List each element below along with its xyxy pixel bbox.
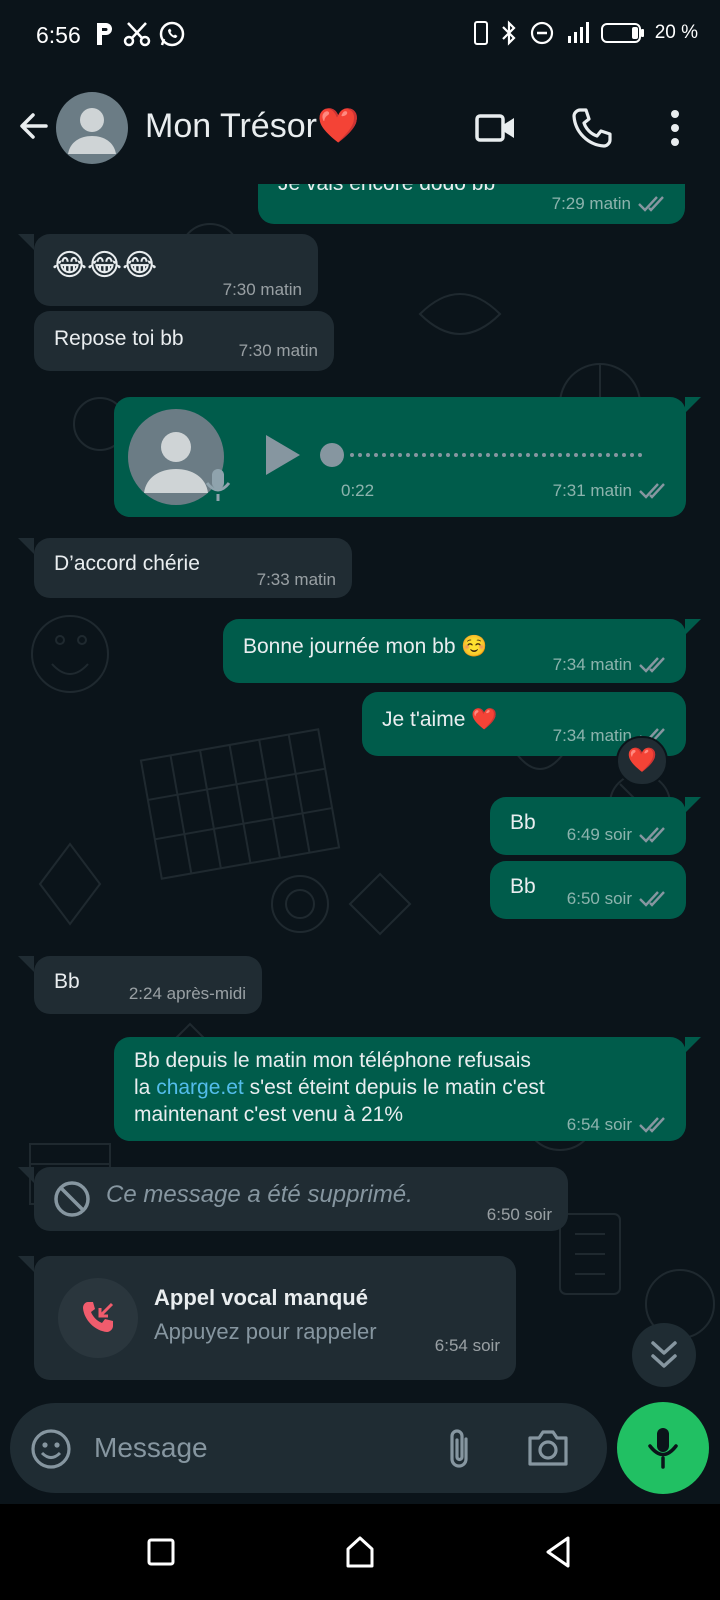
voice-message-outgoing[interactable]: 0:22 7:31 matin [114,397,686,517]
deleted-message[interactable]: Ce message a été supprimé. 6:50 soir [34,1167,568,1231]
missed-call-icon [83,1302,114,1332]
recent-apps-icon[interactable] [146,1537,176,1567]
message-outgoing[interactable]: Bb 6:50 soir [490,861,686,919]
message-outgoing[interactable]: Je vais encore dodo bb 7:29 matin [258,184,685,224]
message-text: Je vais encore dodo bb [278,184,495,198]
message-outgoing[interactable]: Bb 6:49 soir [490,797,686,855]
message-text: Bb [54,970,80,993]
message-time: 6:54 soir [566,1115,632,1134]
battery-percentage: 20 % [654,22,698,43]
attach-icon[interactable] [442,1427,476,1471]
message-time: 7:33 matin [256,570,336,589]
message-incoming[interactable]: 😂😂😂 7:30 matin [34,234,318,306]
message-link[interactable]: charge.et [156,1076,244,1099]
message-reaction[interactable]: ❤️ [616,736,668,786]
message-incoming[interactable]: Bb 2:24 après-midi [34,956,262,1014]
message-time: 7:34 matin [552,655,632,674]
missed-call-message[interactable]: Appel vocal manqué Appuyez pour rappeler… [34,1256,516,1380]
voice-record-button[interactable] [617,1402,709,1494]
message-time: 6:54 soir [434,1336,500,1355]
parking-app-icon [97,23,112,45]
message-input[interactable] [94,1423,424,1473]
home-icon[interactable] [344,1535,376,1569]
signal-icon [567,22,589,43]
scissors-icon [123,22,151,47]
message-outgoing[interactable]: Bonne journée mon bb ☺️ 7:34 matin [223,619,686,683]
message-time: 6:49 soir [566,825,632,844]
microphone-badge-icon [205,469,231,501]
read-receipt-icon [639,891,665,907]
default-avatar-icon [68,108,116,154]
missed-call-icon-circle [58,1278,138,1358]
message-text: Bb [510,811,536,834]
message-time: 6:50 soir [566,889,632,908]
message-incoming[interactable]: Repose toi bb 7:30 matin [34,311,334,371]
voice-call-icon[interactable] [568,104,616,152]
message-text: D’accord chérie [54,552,200,575]
voice-waveform[interactable] [320,443,660,467]
do-not-disturb-icon [530,21,553,45]
message-incoming[interactable]: D’accord chérie 7:33 matin [34,538,352,598]
message-time: 7:30 matin [238,341,318,360]
system-navigation-bar [0,1504,720,1600]
message-time: 7:30 matin [222,280,302,299]
message-time: 7:29 matin [551,194,631,213]
message-text: Bonne journée mon bb ☺️ [243,635,488,658]
play-icon[interactable] [260,431,304,479]
chat-messages[interactable]: Je vais encore dodo bb 7:29 matin 😂😂😂 7:… [0,184,720,1406]
status-bar: 6:56 20 % [0,0,720,72]
read-receipt-icon [638,196,664,212]
video-call-icon[interactable] [472,104,520,152]
battery-icon [600,23,644,43]
contact-name[interactable]: Mon Trésor❤️ [145,106,359,146]
double-chevron-down-icon [651,1341,677,1368]
message-text: Ce message a été supprimé. [106,1181,413,1208]
read-receipt-icon [639,827,665,843]
emoji-icon[interactable] [30,1428,72,1470]
back-arrow-icon[interactable] [16,108,52,144]
message-text: Je t'aime ❤️ [382,708,498,731]
contact-avatar[interactable] [56,92,128,164]
deleted-icon [54,1181,90,1217]
message-time: 2:24 après-midi [128,984,246,1003]
message-outgoing[interactable]: Bb depuis le matin mon téléphone refusai… [114,1037,686,1141]
bluetooth-icon [501,20,516,46]
message-time: 7:31 matin [552,481,632,500]
missed-call-subtitle: Appuyez pour rappeler [154,1319,377,1344]
status-time: 6:56 [36,22,81,48]
camera-icon[interactable] [526,1428,570,1468]
reaction-emoji: ❤️ [627,747,657,774]
missed-call-title: Appel vocal manqué [154,1285,368,1310]
whatsapp-icon [159,21,185,47]
message-text: Bb [510,875,536,898]
read-receipt-icon [639,657,665,673]
microphone-icon [648,1428,678,1469]
message-text: 😂😂😂 [52,249,158,282]
chat-header: Mon Trésor❤️ [0,72,720,184]
message-text: Bb depuis le matin mon téléphone refusai… [134,1049,545,1126]
read-receipt-icon [639,1117,665,1133]
message-text: Repose toi bb [54,327,184,350]
message-time: 6:50 soir [486,1205,552,1224]
vibrate-icon [473,21,488,45]
more-options-icon[interactable] [651,104,699,152]
back-icon[interactable] [544,1535,572,1569]
message-composer [10,1403,607,1493]
voice-duration: 0:22 [341,481,375,500]
scroll-to-bottom-button[interactable] [632,1323,696,1387]
read-receipt-icon [639,483,665,499]
